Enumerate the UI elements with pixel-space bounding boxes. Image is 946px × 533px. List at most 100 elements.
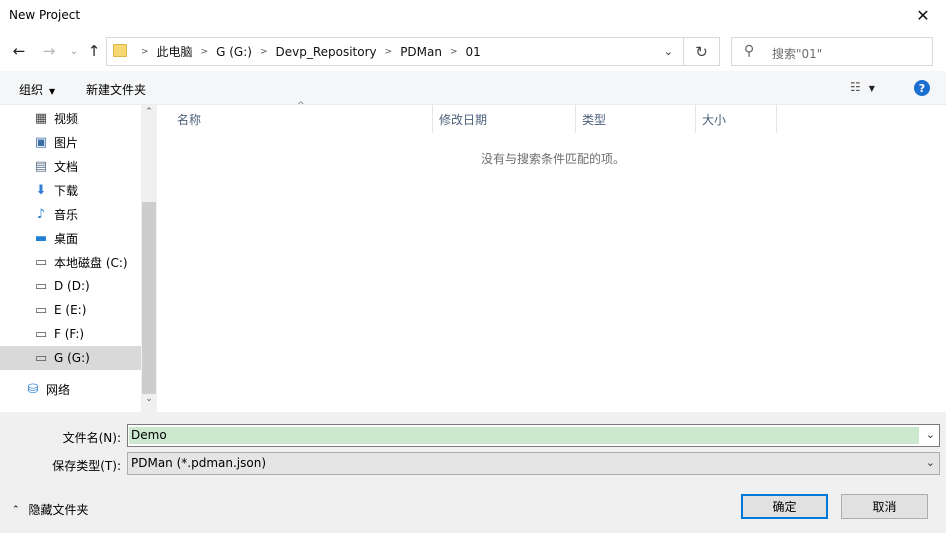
folder-icon	[113, 44, 127, 57]
sort-ascending-icon: ^	[297, 101, 305, 111]
sidebar-item-label: 文档	[54, 159, 79, 174]
refresh-icon: ↻	[695, 42, 708, 61]
column-header-label: 名称	[177, 112, 202, 127]
filename-value[interactable]: Demo	[129, 427, 919, 444]
help-icon: ?	[918, 81, 926, 95]
caret-down-icon: ▼	[49, 87, 56, 96]
save-options-panel: 文件名(N): Demo ⌄ 保存类型(T): PDMan (*.pdman.j…	[0, 412, 946, 533]
drive-icon: ▭	[34, 326, 48, 342]
video-icon: ▦	[34, 110, 48, 126]
breadcrumb-drive-g[interactable]: G (G:)	[216, 45, 252, 59]
breadcrumb-separator-icon[interactable]: >	[385, 47, 393, 57]
sidebar-item-label: D (D:)	[54, 279, 90, 293]
filename-label: 文件名(N):	[62, 431, 121, 445]
sidebar-item-documents[interactable]: ▤ 文档	[0, 154, 141, 178]
breadcrumb: > 此电脑 > G (G:) > Devp_Repository > PDMan…	[133, 38, 481, 65]
column-header-size[interactable]: 大小	[696, 105, 777, 133]
address-dropdown-icon[interactable]: ⌄	[664, 45, 673, 58]
organize-label: 组织	[19, 83, 44, 97]
breadcrumb-devp-repository[interactable]: Devp_Repository	[275, 45, 376, 59]
scroll-down-icon[interactable]: ⌄	[141, 394, 157, 410]
hide-folders-toggle[interactable]: ⌃ 隐藏文件夹	[12, 501, 89, 518]
chevron-down-icon[interactable]: ⌄	[926, 428, 935, 441]
sidebar-scrollbar[interactable]: ⌃ ⌄	[141, 105, 157, 412]
view-details-icon: ☷	[850, 80, 861, 94]
sidebar-item-desktop[interactable]: ▬ 桌面	[0, 226, 141, 250]
breadcrumb-this-pc[interactable]: 此电脑	[157, 43, 193, 60]
sidebar-item-label: G (G:)	[54, 351, 90, 365]
sidebar-item-label: E (E:)	[54, 303, 87, 317]
column-header-name[interactable]: 名称 ^	[157, 101, 433, 133]
scroll-up-icon[interactable]: ⌃	[141, 107, 157, 123]
new-folder-button[interactable]: 新建文件夹	[86, 81, 146, 98]
pictures-icon: ▣	[34, 134, 48, 150]
breadcrumb-separator-icon[interactable]: >	[450, 47, 458, 57]
address-bar[interactable]: > 此电脑 > G (G:) > Devp_Repository > PDMan…	[106, 37, 684, 66]
sidebar-item-drive-e[interactable]: ▭ E (E:)	[0, 298, 141, 322]
chevron-up-icon: ⌃	[12, 504, 20, 515]
breadcrumb-01[interactable]: 01	[466, 45, 481, 59]
network-icon: ⛁	[27, 381, 39, 397]
forward-button[interactable]: →	[40, 41, 58, 61]
sidebar-item-videos[interactable]: ▦ 视频	[0, 106, 141, 130]
column-header-type[interactable]: 类型	[576, 105, 696, 133]
arrow-left-icon: ←	[12, 42, 26, 60]
cancel-button[interactable]: 取消	[841, 494, 928, 519]
sidebar-item-label: 桌面	[54, 231, 79, 246]
breadcrumb-pdman[interactable]: PDMan	[400, 45, 442, 59]
hide-folders-label: 隐藏文件夹	[28, 503, 89, 517]
close-icon: ✕	[916, 6, 930, 25]
help-button[interactable]: ?	[914, 80, 930, 96]
desktop-icon: ▬	[34, 230, 48, 246]
organize-button[interactable]: 组织 ▼	[19, 81, 55, 98]
documents-icon: ▤	[34, 158, 48, 174]
navigation-pane: ▦ 视频 ▣ 图片 ▤ 文档 ⬇ 下载 ♪ 音乐 ▬ 桌面 ▭ 本地磁盘 (C:…	[0, 105, 157, 412]
ok-button[interactable]: 确定	[741, 494, 828, 519]
breadcrumb-separator-icon[interactable]: >	[201, 47, 209, 57]
breadcrumb-separator-icon[interactable]: >	[141, 47, 149, 57]
refresh-button[interactable]: ↻	[684, 37, 720, 66]
sidebar-item-label: 音乐	[54, 207, 79, 222]
filename-field[interactable]: Demo ⌄	[127, 424, 940, 447]
download-icon: ⬇	[35, 182, 47, 198]
close-button[interactable]: ✕	[900, 0, 946, 31]
sidebar-item-label: 网络	[46, 382, 71, 397]
filetype-label: 保存类型(T):	[52, 459, 121, 473]
sidebar-item-drive-d[interactable]: ▭ D (D:)	[0, 274, 141, 298]
arrow-up-icon: ↑	[87, 42, 101, 60]
recent-locations-button[interactable]: ⌄	[65, 41, 83, 61]
sidebar-item-label: 本地磁盘 (C:)	[54, 255, 128, 270]
chevron-down-icon: ⌄	[69, 45, 79, 57]
back-button[interactable]: ←	[10, 41, 28, 61]
column-header-modified[interactable]: 修改日期	[433, 105, 576, 133]
arrow-right-icon: →	[42, 42, 56, 60]
filetype-value: PDMan (*.pdman.json)	[131, 456, 267, 470]
sidebar-item-label: 图片	[54, 135, 79, 150]
chevron-down-icon: ⌄	[925, 456, 935, 469]
navigation-bar: ← → ⌄ ↑ > 此电脑 > G (G:) > Devp_Repository…	[0, 31, 946, 71]
sidebar-item-drive-c[interactable]: ▭ 本地磁盘 (C:)	[0, 250, 141, 274]
drive-icon: ▭	[34, 302, 48, 318]
sidebar-item-drive-f[interactable]: ▭ F (F:)	[0, 322, 141, 346]
search-input[interactable]: ⚲ 搜索"01"	[731, 37, 933, 66]
title-bar: New Project ✕	[0, 0, 946, 31]
sidebar-item-downloads[interactable]: ⬇ 下载	[0, 178, 141, 202]
sidebar-item-label: 下载	[54, 183, 79, 198]
command-toolbar: 组织 ▼ 新建文件夹 ☷ ▼ ?	[0, 71, 946, 105]
up-button[interactable]: ↑	[85, 41, 103, 61]
search-icon: ⚲	[744, 43, 755, 59]
empty-result-message: 没有与搜索条件匹配的项。	[481, 152, 626, 166]
caret-down-icon: ▼	[868, 84, 875, 93]
file-list[interactable]: 名称 ^ 修改日期 类型 大小 没有与搜索条件匹配的项。	[157, 101, 946, 412]
drive-icon: ▭	[34, 278, 48, 294]
scroll-thumb[interactable]	[142, 202, 156, 394]
sidebar-item-pictures[interactable]: ▣ 图片	[0, 130, 141, 154]
sidebar-item-drive-g[interactable]: ▭ G (G:)	[0, 346, 141, 370]
view-options-button[interactable]: ☷ ▼	[850, 80, 875, 94]
breadcrumb-separator-icon[interactable]: >	[260, 47, 268, 57]
search-placeholder: 搜索"01"	[772, 47, 823, 61]
drive-icon: ▭	[34, 350, 48, 366]
sidebar-item-music[interactable]: ♪ 音乐	[0, 202, 141, 226]
sidebar-item-network[interactable]: ⛁ 网络	[0, 377, 141, 401]
filetype-select[interactable]: PDMan (*.pdman.json) ⌄	[127, 452, 940, 475]
